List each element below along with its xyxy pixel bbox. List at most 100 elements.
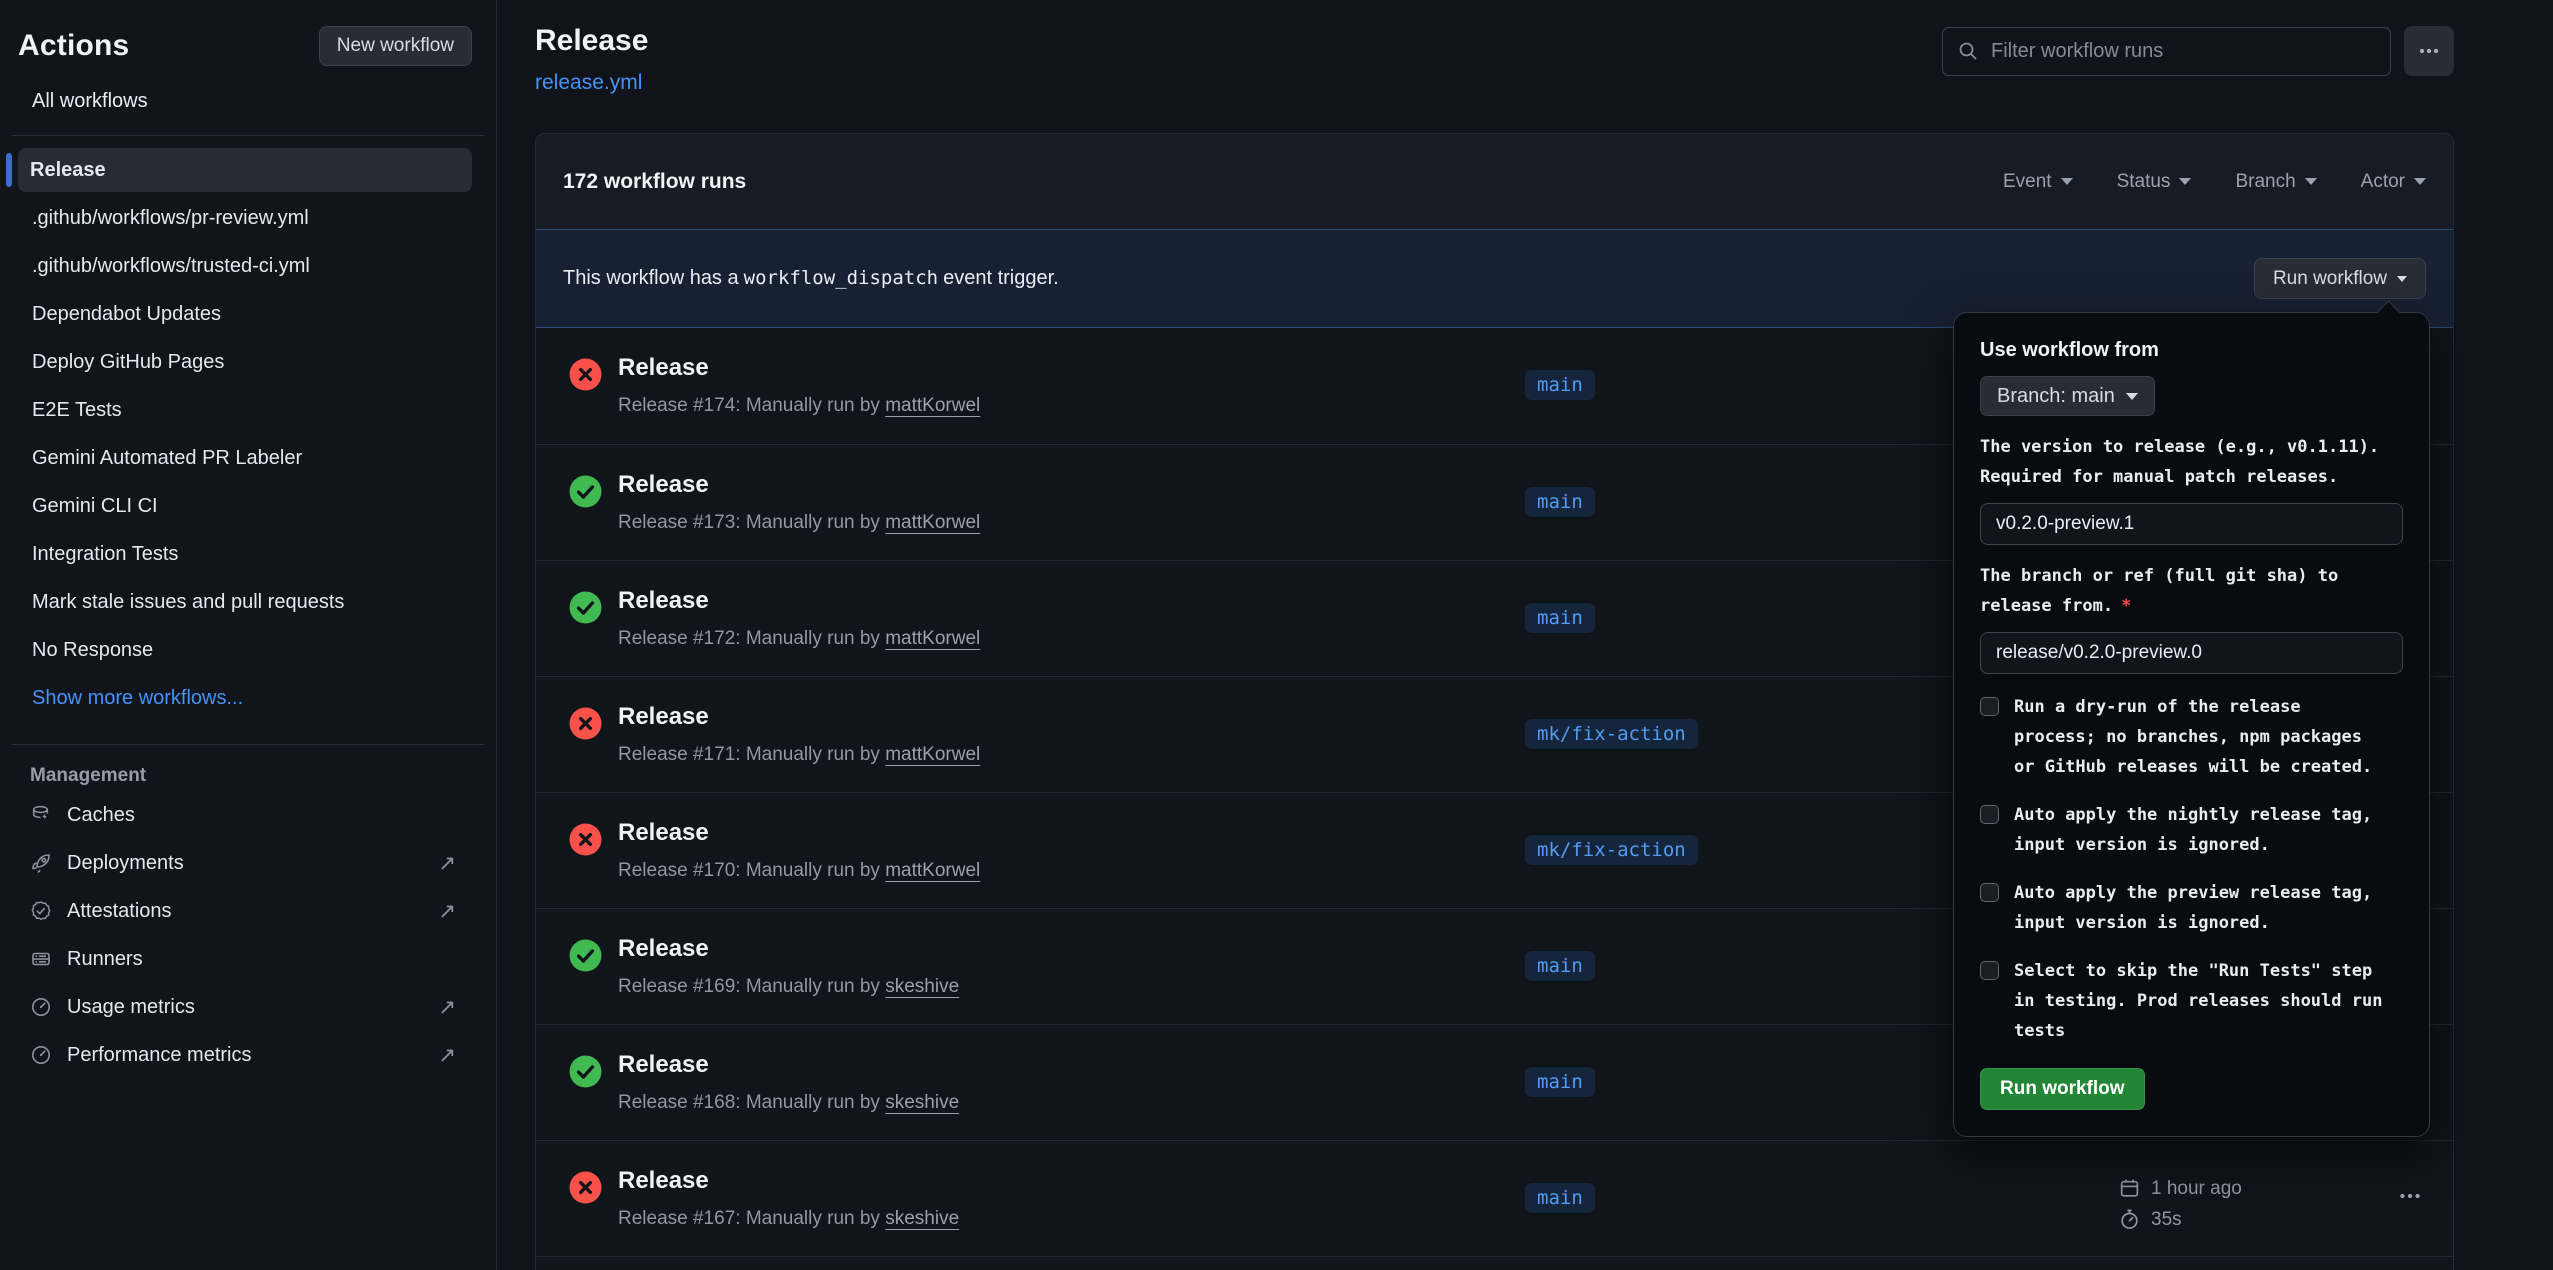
workflow-run-row[interactable]: Release Release #167: Manually run by ske… — [536, 1140, 2453, 1256]
sidebar-item-deployments[interactable]: Deployments↗ — [0, 839, 496, 887]
run-description-text: Release #173: Manually run by — [618, 512, 885, 533]
branch-badge[interactable]: main — [1525, 1067, 1595, 1097]
run-title-link[interactable]: Release — [618, 819, 980, 847]
run-workflow-dropdown-button[interactable]: Run workflow — [2254, 258, 2426, 299]
banner-text: This workflow has aworkflow_dispatcheven… — [563, 267, 1059, 290]
run-description-text: Release #174: Manually run by — [618, 395, 885, 416]
skip-tests-checkbox-row: Select to skip the "Run Tests" step in t… — [1980, 956, 2403, 1046]
actor-link[interactable]: skeshive — [885, 976, 959, 997]
actor-link[interactable]: mattKorwel — [885, 395, 980, 416]
sidebar-item-performance-metrics[interactable]: Performance metrics↗ — [0, 1031, 496, 1079]
run-title-link[interactable]: Release — [618, 935, 959, 963]
run-workflow-popover: Use workflow from Branch: main The versi… — [1953, 312, 2430, 1137]
actor-link[interactable]: mattKorwel — [885, 860, 980, 881]
sidebar-item-deploy-github-pages[interactable]: Deploy GitHub Pages — [0, 338, 496, 386]
filter-actor-dropdown[interactable]: Actor — [2361, 171, 2426, 193]
external-link-icon: ↗ — [438, 995, 456, 1020]
check-circle-icon — [569, 475, 602, 513]
chevron-down-icon — [2126, 393, 2138, 400]
actor-link[interactable]: skeshive — [885, 1092, 959, 1113]
run-description: Release #172: Manually run by mattKorwel — [618, 628, 980, 650]
branch-badge[interactable]: main — [1525, 487, 1595, 517]
page-kebab-menu-button[interactable] — [2404, 26, 2454, 76]
sidebar-item-github-workflows-pr-review-yml[interactable]: .github/workflows/pr-review.yml — [0, 194, 496, 242]
run-title-link[interactable]: Release — [618, 703, 980, 731]
workflow-dispatch-code: workflow_dispatch — [739, 267, 943, 289]
filter-status-dropdown[interactable]: Status — [2117, 171, 2192, 193]
partial-run-row — [536, 1256, 2453, 1270]
nightly-tag-checkbox-row: Auto apply the nightly release tag, inpu… — [1980, 800, 2403, 860]
x-circle-icon — [569, 1171, 602, 1209]
sidebar: Actions New workflow All workflows Relea… — [0, 0, 497, 1270]
nightly-tag-checkbox[interactable] — [1980, 805, 1999, 824]
run-info: ReleaseRelease #171: Manually run by mat… — [618, 703, 980, 766]
sidebar-item-label: No Response — [32, 639, 153, 662]
sidebar-item-usage-metrics[interactable]: Usage metrics↗ — [0, 983, 496, 1031]
dry-run-checkbox[interactable] — [1980, 697, 1999, 716]
branch-badge[interactable]: main — [1525, 951, 1595, 981]
management-heading: Management — [0, 761, 496, 791]
kebab-icon — [2417, 39, 2441, 63]
run-kebab-menu-button[interactable] — [2397, 1183, 2423, 1212]
filter-event-dropdown[interactable]: Event — [2003, 171, 2073, 193]
sidebar-item-all-workflows[interactable]: All workflows — [32, 90, 496, 113]
run-info: Release Release #168: Manually run by ske… — [618, 1051, 959, 1114]
preview-tag-checkbox[interactable] — [1980, 883, 1999, 902]
run-title-link[interactable]: Release — [618, 587, 980, 615]
workflow-file-link[interactable]: release.yml — [535, 71, 642, 95]
actor-link[interactable]: mattKorwel — [885, 628, 980, 649]
run-meta: 1 hour ago35s — [2118, 1173, 2242, 1235]
sidebar-item-e2e-tests[interactable]: E2E Tests — [0, 386, 496, 434]
branch-selector-button[interactable]: Branch: main — [1980, 376, 2155, 416]
run-workflow-submit-button[interactable]: Run workflow — [1980, 1068, 2145, 1110]
runs-filters: Event Status Branch Actor — [2003, 171, 2426, 193]
search-icon — [1957, 40, 1979, 62]
sidebar-item-runners[interactable]: Runners — [0, 935, 496, 983]
sidebar-item-caches[interactable]: Caches — [0, 791, 496, 839]
sidebar-item-label: Gemini Automated PR Labeler — [32, 447, 302, 470]
run-title-link[interactable]: Release — [618, 471, 980, 499]
branch-badge[interactable]: main — [1525, 370, 1595, 400]
sidebar-item-release[interactable]: Release — [18, 148, 472, 192]
branch-badge[interactable]: mk/fix-action — [1525, 719, 1698, 749]
run-description: Release #168: Manually run by skeshive — [618, 1092, 959, 1114]
new-workflow-button[interactable]: New workflow — [319, 26, 472, 66]
sidebar-item-label: Integration Tests — [32, 543, 178, 566]
run-title-link[interactable]: Release — [618, 354, 980, 382]
branch-badge[interactable]: mk/fix-action — [1525, 835, 1698, 865]
runners-icon — [30, 948, 52, 970]
filter-label: Branch — [2235, 171, 2295, 193]
run-description-text: Release #167: Manually run by — [618, 1208, 885, 1229]
filter-label: Actor — [2361, 171, 2405, 193]
skip-tests-checkbox[interactable] — [1980, 961, 1999, 980]
branch-badge[interactable]: main — [1525, 1183, 1595, 1213]
run-title-link[interactable]: Release — [618, 1167, 959, 1195]
chevron-down-icon — [2305, 178, 2317, 185]
actor-link[interactable]: skeshive — [885, 1208, 959, 1229]
sidebar-item-attestations[interactable]: Attestations↗ — [0, 887, 496, 935]
version-input[interactable] — [1980, 503, 2403, 545]
filter-workflow-runs-input[interactable] — [1991, 40, 2376, 63]
x-circle-icon — [569, 707, 602, 745]
sidebar-item-mark-stale-issues-and-pull-requests[interactable]: Mark stale issues and pull requests — [0, 578, 496, 626]
sidebar-item-no-response[interactable]: No Response — [0, 626, 496, 674]
external-link-icon: ↗ — [438, 899, 456, 924]
run-duration: 35s — [2118, 1204, 2242, 1235]
sidebar-item-label: Dependabot Updates — [32, 303, 221, 326]
run-info: Release Release #172: Manually run by mat… — [618, 587, 980, 650]
ref-input[interactable] — [1980, 632, 2403, 674]
sidebar-item-gemini-cli-ci[interactable]: Gemini CLI CI — [0, 482, 496, 530]
show-more-workflows-link[interactable]: Show more workflows... — [0, 674, 496, 722]
branch-badge[interactable]: main — [1525, 603, 1595, 633]
actor-link[interactable]: mattKorwel — [885, 744, 980, 765]
sidebar-item-gemini-automated-pr-labeler[interactable]: Gemini Automated PR Labeler — [0, 434, 496, 482]
preview-tag-checkbox-label: Auto apply the preview release tag, inpu… — [2014, 878, 2372, 938]
sidebar-item-integration-tests[interactable]: Integration Tests — [0, 530, 496, 578]
sidebar-item-dependabot-updates[interactable]: Dependabot Updates — [0, 290, 496, 338]
actor-link[interactable]: mattKorwel — [885, 512, 980, 533]
filter-branch-dropdown[interactable]: Branch — [2235, 171, 2316, 193]
sidebar-item-github-workflows-trusted-ci-yml[interactable]: .github/workflows/trusted-ci.yml — [0, 242, 496, 290]
sidebar-item-label: Deployments — [67, 852, 184, 875]
performance-metrics-icon — [30, 1044, 52, 1066]
run-title-link[interactable]: Release — [618, 1051, 959, 1079]
